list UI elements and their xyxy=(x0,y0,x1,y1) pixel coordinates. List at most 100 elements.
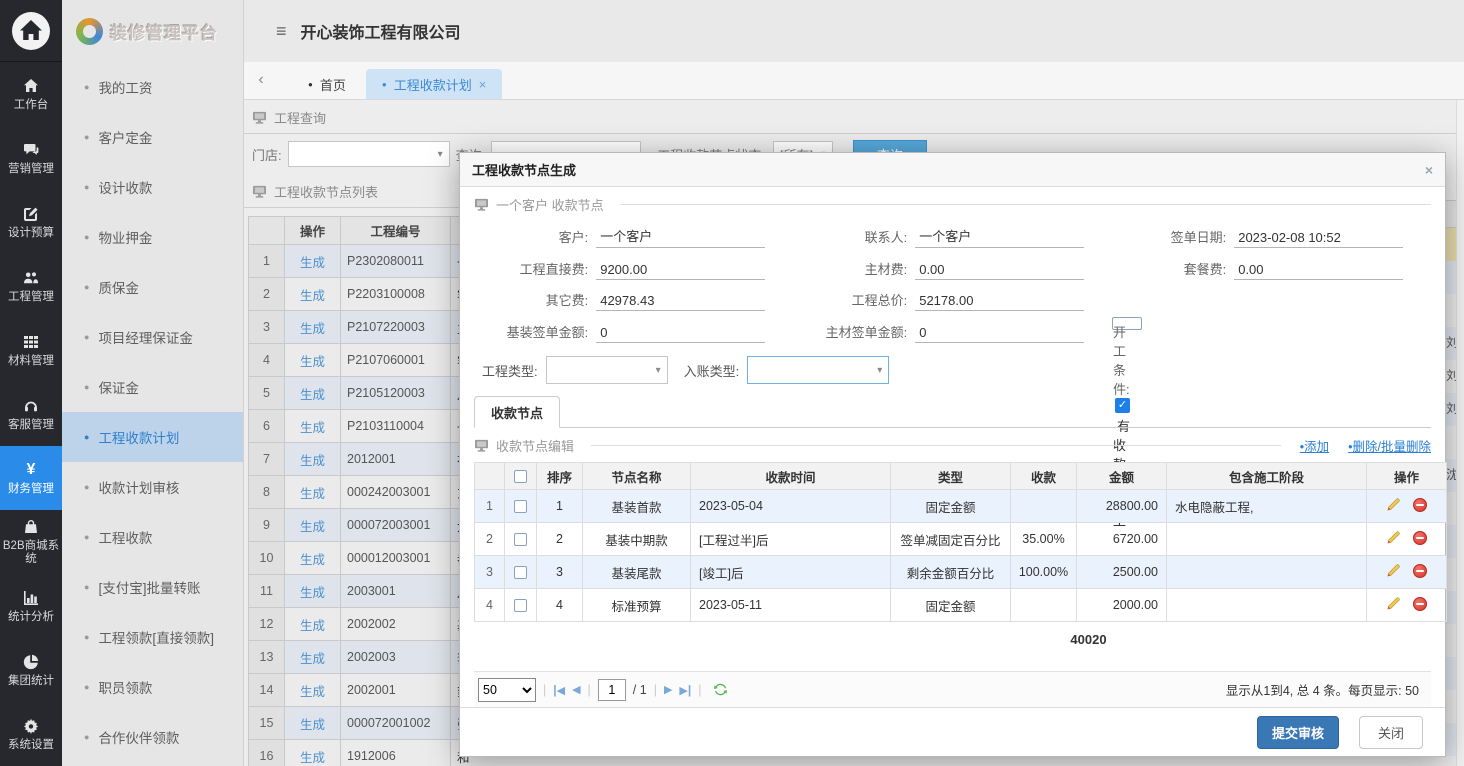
app-logo[interactable] xyxy=(0,0,62,62)
field-value: 52178.00 xyxy=(915,293,1084,311)
refresh-icon[interactable] xyxy=(713,682,728,697)
add-link[interactable]: •添加 xyxy=(1300,436,1329,455)
edit-icon[interactable] xyxy=(1386,563,1401,578)
store-select[interactable]: ▾ xyxy=(288,141,450,167)
generate-link[interactable]: 生成 xyxy=(300,652,325,666)
project-type-select[interactable]: ▾ xyxy=(546,356,668,384)
sidebar-item[interactable]: ● 客户定金 xyxy=(62,112,243,162)
delete-icon[interactable] xyxy=(1413,498,1427,512)
rail-item[interactable]: 设计预算 xyxy=(0,190,62,254)
project-code: 2002003 xyxy=(341,641,451,674)
generate-link[interactable]: 生成 xyxy=(300,289,325,303)
next-page-icon[interactable]: ▶ xyxy=(664,683,672,696)
rail-item-label: 财务管理 xyxy=(1,483,61,496)
row-number: 4 xyxy=(249,344,285,377)
bullet-icon: ● xyxy=(84,482,89,492)
rail-item[interactable]: 材料管理 xyxy=(0,318,62,382)
tab[interactable]: ● 工程收款计划 × xyxy=(366,69,502,99)
monitor-icon xyxy=(252,111,267,124)
generate-link[interactable]: 生成 xyxy=(300,553,325,567)
edit-icon[interactable] xyxy=(1386,497,1401,512)
row-checkbox[interactable] xyxy=(514,533,527,546)
generate-link[interactable]: 生成 xyxy=(300,322,325,336)
form-field: 工程直接费: ✓ 9200.00 xyxy=(474,254,793,286)
select-all-checkbox[interactable] xyxy=(514,470,527,483)
close-button[interactable]: 关闭 xyxy=(1359,716,1423,749)
generate-link[interactable]: 生成 xyxy=(300,619,325,633)
sidebar-item[interactable]: ● 保证金 xyxy=(62,362,243,412)
row-checkbox[interactable] xyxy=(514,599,527,612)
sidebar-item[interactable]: ● 项目经理保证金 xyxy=(62,312,243,362)
rail-item[interactable]: B2B商城系统 xyxy=(0,510,62,574)
row-number: 6 xyxy=(249,410,285,443)
sidebar-item[interactable]: ● 我的工资 xyxy=(62,62,243,112)
rail-item[interactable]: 统计分析 xyxy=(0,574,62,638)
rail-item[interactable]: ¥ 财务管理 xyxy=(0,446,62,510)
node-amount: 2500.00 xyxy=(1077,556,1167,589)
menu-toggle-icon[interactable]: ≡ xyxy=(276,21,287,42)
delete-icon[interactable] xyxy=(1413,564,1427,578)
row-checkbox[interactable] xyxy=(514,566,527,579)
sidebar-item-label: 我的工资 xyxy=(98,77,152,97)
row-number: 4 xyxy=(475,589,505,622)
rail-item-label: 设计预算 xyxy=(1,227,61,240)
row-checkbox[interactable] xyxy=(514,500,527,513)
delete-icon[interactable] xyxy=(1413,531,1427,545)
sidebar-item[interactable]: ● 工程收款计划 xyxy=(62,412,243,462)
sidebar-item[interactable]: ● 收款计划审核 xyxy=(62,462,243,512)
generate-link[interactable]: 生成 xyxy=(300,256,325,270)
node-type: 签单减固定百分比 xyxy=(891,523,1011,556)
query-panel-title: 工程查询 xyxy=(244,100,1464,134)
generate-link[interactable]: 生成 xyxy=(300,586,325,600)
delete-batch-link[interactable]: •删除/批量删除 xyxy=(1348,436,1431,455)
sidebar-item[interactable]: ● 设计收款 xyxy=(62,162,243,212)
tabs-scroll-left-icon[interactable]: ‹ xyxy=(244,61,278,99)
generate-link[interactable]: 生成 xyxy=(300,355,325,369)
modal-close-icon[interactable]: × xyxy=(1425,162,1433,178)
tab-payment-nodes[interactable]: 收款节点 xyxy=(474,396,560,428)
pagination-status: 显示从1到4, 总 4 条。每页显示: 50 xyxy=(1226,680,1427,699)
rail-item[interactable]: 工作台 xyxy=(0,62,62,126)
account-type-select[interactable]: ▾ xyxy=(747,356,889,384)
project-code: 2012001 xyxy=(341,443,451,476)
background-cell xyxy=(1446,690,1456,723)
column-header-amount: 金额 xyxy=(1077,463,1167,490)
generate-link[interactable]: 生成 xyxy=(300,751,325,765)
edit-icon[interactable] xyxy=(1386,530,1401,545)
scrollbar[interactable] xyxy=(1456,100,1464,766)
sidebar-item[interactable]: ● 职员领款 xyxy=(62,662,243,712)
rail-item[interactable]: 工程管理 xyxy=(0,254,62,318)
submit-review-button[interactable]: 提交审核 xyxy=(1257,716,1339,749)
sidebar-item-label: 项目经理保证金 xyxy=(98,327,193,347)
page-input[interactable] xyxy=(598,679,626,701)
prev-page-icon[interactable]: ◀ xyxy=(572,683,580,696)
page-size-select[interactable]: 50 xyxy=(478,678,536,702)
background-cell xyxy=(1446,228,1456,261)
sidebar-item[interactable]: ● 质保金 xyxy=(62,262,243,312)
sidebar-item[interactable]: ● [支付宝]批量转账 xyxy=(62,562,243,612)
rail-item[interactable]: 系统设置 xyxy=(0,702,62,766)
tab-close-icon[interactable]: × xyxy=(479,77,487,92)
sidebar-item[interactable]: ● 物业押金 xyxy=(62,212,243,262)
node-name: 标准预算 xyxy=(583,589,691,622)
generate-link[interactable]: 生成 xyxy=(300,685,325,699)
edit-icon[interactable] xyxy=(1386,596,1401,611)
tab[interactable]: ● 首页 × xyxy=(292,69,362,99)
generate-link[interactable]: 生成 xyxy=(300,388,325,402)
background-cell xyxy=(1446,426,1456,459)
generate-link[interactable]: 生成 xyxy=(300,520,325,534)
rail-item[interactable]: 营销管理 xyxy=(0,126,62,190)
last-page-icon[interactable]: ▶| xyxy=(679,683,691,697)
modal-title-bar: 工程收款节点生成 × xyxy=(460,153,1445,187)
generate-link[interactable]: 生成 xyxy=(300,487,325,501)
sidebar-item[interactable]: ● 合作伙伴领款 xyxy=(62,712,243,762)
sidebar-item[interactable]: ● 工程收款 xyxy=(62,512,243,562)
generate-link[interactable]: 生成 xyxy=(300,454,325,468)
rail-item[interactable]: 客服管理 xyxy=(0,382,62,446)
generate-link[interactable]: 生成 xyxy=(300,421,325,435)
first-page-icon[interactable]: |◀ xyxy=(553,683,565,697)
delete-icon[interactable] xyxy=(1413,597,1427,611)
generate-link[interactable]: 生成 xyxy=(300,718,325,732)
sidebar-item[interactable]: ● 工程领款[直接领款] xyxy=(62,612,243,662)
rail-item[interactable]: 集团统计 xyxy=(0,638,62,702)
